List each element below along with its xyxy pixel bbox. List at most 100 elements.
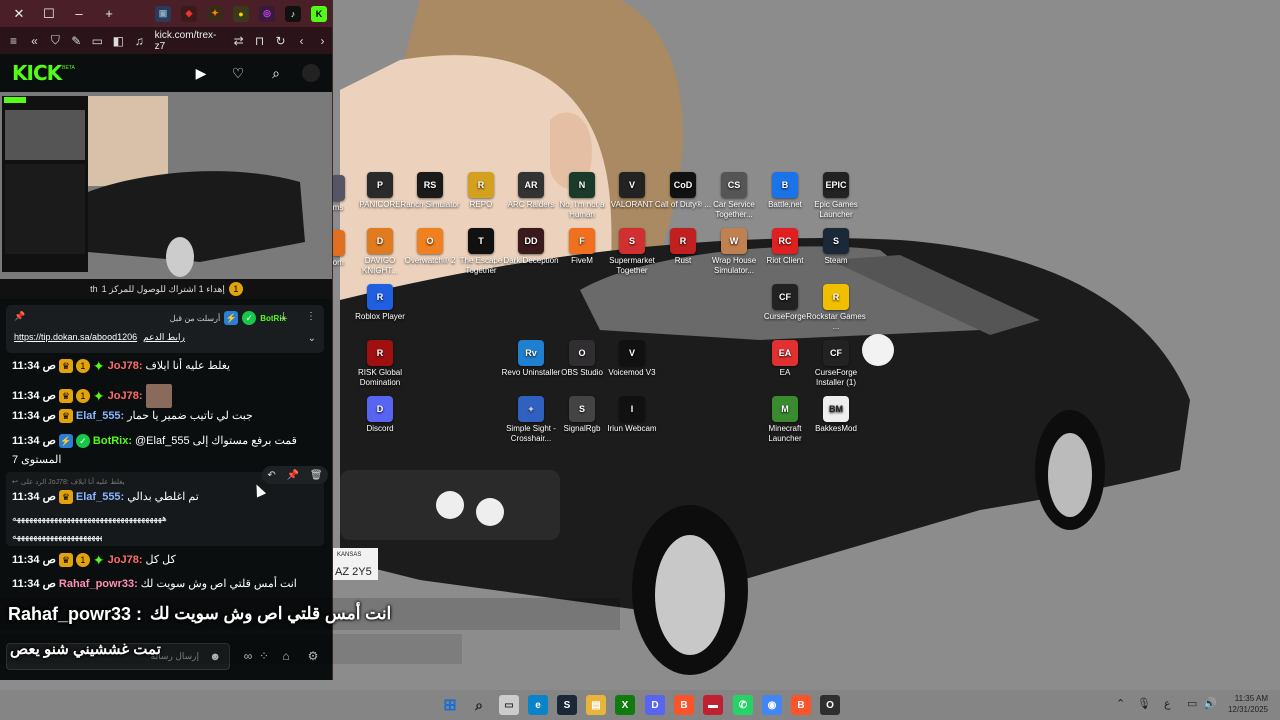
maximize-window-icon[interactable]: ☐ (34, 0, 64, 27)
tiktok-icon[interactable]: ♪ (285, 5, 301, 22)
ext-red-icon[interactable]: ◆ (181, 5, 197, 22)
stream-video[interactable] (0, 92, 332, 279)
reply-action-icon[interactable]: ↶ (267, 470, 275, 481)
app-icon: S (569, 396, 595, 422)
chat-username[interactable]: Elaf_555: (76, 409, 124, 423)
desktop-icon-voicemod-v3[interactable]: V Voicemod V3 (600, 340, 664, 378)
tray-expand-icon[interactable]: ⌃ (1116, 697, 1125, 710)
network-icon[interactable]: ▭ (1187, 697, 1197, 710)
new-tab-icon[interactable]: + (94, 0, 124, 27)
coin-icon: 1 (228, 282, 243, 296)
close-window-icon[interactable]: ✕ (4, 0, 34, 27)
url-field[interactable]: kick.com/trex-z7 (151, 30, 227, 52)
language-indicator[interactable]: ع (1164, 697, 1171, 710)
forward-icon[interactable]: › (313, 31, 332, 51)
chat-username[interactable]: JoJ78: (108, 359, 143, 373)
desktop-icon-curseforge-installer-1[interactable]: CF CurseForge Installer (1) (804, 340, 868, 388)
heart-icon[interactable]: ♡ (229, 64, 247, 82)
chat-username[interactable]: BotRix: (93, 434, 132, 448)
ext-orange-icon[interactable]: ✦ (207, 5, 223, 22)
xbox-icon[interactable]: X (615, 695, 635, 715)
task-view-icon[interactable]: ▭ (499, 695, 519, 715)
search-taskbar-icon[interactable]: ⌕ (469, 695, 489, 715)
desktop-icon-epic-games-launcher[interactable]: EPIC Epic Games Launcher (804, 172, 868, 220)
music-icon[interactable]: ♫ (130, 31, 149, 51)
sub-badge-icon: 1 (75, 389, 90, 403)
search-icon[interactable]: ⌕ (267, 64, 285, 82)
unpin-icon[interactable]: ⊥ (279, 311, 288, 322)
mic-icon[interactable]: 🎙 (1137, 697, 1151, 710)
app-icon: D (367, 228, 393, 254)
delete-action-icon[interactable]: 🗑 (310, 470, 323, 481)
chat-message[interactable]: 11:34 ص ⚡ ✓ BotRix: @Elaf_555 قمت برفع م… (12, 434, 324, 448)
shield-icon[interactable]: ⛉ (46, 31, 65, 51)
chat-username[interactable]: Elaf_555: (76, 490, 124, 504)
sidebar-icon[interactable]: ▣ (155, 5, 171, 22)
split-view-icon[interactable]: ◧ (109, 31, 128, 51)
chat-text: يغلط عليه أنا ايلاف (145, 360, 231, 372)
desktop-icon-discord[interactable]: D Discord (348, 396, 412, 434)
chrome-icon[interactable]: ◉ (762, 695, 782, 715)
expand-icon[interactable]: ⌄ (308, 333, 316, 344)
app-icon: V (619, 172, 645, 198)
desktop-icon-steam[interactable]: S Steam (804, 228, 868, 266)
following-icon[interactable]: ▶ (192, 64, 210, 82)
desktop-icon-label: Roblox Player (355, 312, 405, 321)
desktop-icon-iriun-webcam[interactable]: I Iriun Webcam (600, 396, 664, 434)
desktop-icon-label: Discord (366, 424, 394, 433)
clock[interactable]: 11:35 AM 12/31/2025 (1222, 693, 1268, 715)
desktop-icon-bakkesmod[interactable]: BM BakkesMod (804, 396, 868, 434)
subscription-goal-bar[interactable]: th إهداء 1 اشتراك للوصول للمركز 1 1 (0, 279, 332, 299)
chat-message[interactable]: 11:34 ص ♛ Elaf_555: تم اغلطي بدالي (12, 490, 324, 504)
back-icon[interactable]: ‹ (292, 31, 311, 51)
app-icon: O (417, 228, 443, 254)
app-icon: I (619, 396, 645, 422)
edge-icon[interactable]: e (528, 695, 548, 715)
tabs-icon[interactable]: ▭ (88, 31, 107, 51)
desktop-icon-label: Iriun Webcam (607, 424, 657, 433)
bookmark-icon[interactable]: ⊓ (250, 31, 269, 51)
extensions-icon[interactable]: ✎ (67, 31, 86, 51)
menu-icon[interactable]: ≡ (4, 31, 23, 51)
ext-yellow-icon[interactable]: ● (233, 5, 249, 22)
volume-icon[interactable]: 🔊 (1203, 697, 1217, 710)
collapse-icon[interactable]: « (25, 31, 44, 51)
avatar[interactable] (302, 64, 320, 82)
steam-taskbar-icon[interactable]: S (557, 695, 577, 715)
chat-username[interactable]: Rahaf_powr33: (59, 577, 138, 591)
chat-message[interactable]: 11:34 ص Rahaf_powr33: انت أمس قلتي اص وش… (12, 577, 324, 591)
pinned-message[interactable]: أرسلت من قبل ⚡ ✓ BotRix https://tip.doka… (6, 305, 324, 353)
obs-taskbar-icon[interactable]: O (820, 695, 840, 715)
clock-time: 11:35 AM (1234, 694, 1268, 703)
chat-username[interactable]: JoJ78: (108, 553, 143, 567)
windows-start-icon[interactable]: ⊞ (440, 695, 460, 715)
desktop-icon-label: Steam (824, 256, 848, 265)
caption-text-2: تمت غششيني شنو يعص (10, 641, 161, 658)
file-explorer-icon[interactable]: ▤ (586, 695, 606, 715)
chat-time: 11:34 ص (12, 410, 56, 422)
more-options-icon[interactable]: ⋮ (306, 311, 316, 322)
support-link[interactable]: https://tip.dokan.sa/abood1206 (14, 332, 137, 343)
site-settings-icon[interactable]: ⇄ (229, 31, 248, 51)
chat-message[interactable]: 11:34 ص ♛ 1 ✦ JoJ78: يغلط عليه أنا ايلاف (12, 359, 324, 373)
kick-tab-icon[interactable]: K (311, 5, 327, 22)
app-icon: S (823, 228, 849, 254)
desktop-icon-rockstar-games[interactable]: R Rockstar Games ... (804, 284, 868, 332)
app-red-icon[interactable]: ▬ (703, 695, 723, 715)
kick-logo[interactable]: KICK (12, 61, 62, 85)
brave-icon[interactable]: B (674, 695, 694, 715)
brave-active-icon[interactable]: B (791, 695, 811, 715)
chat-message[interactable]: 11:34 ص ♛ Elaf_555: جبت لي تاتيب ضمير يا… (12, 409, 324, 423)
reload-icon[interactable]: ↻ (271, 31, 290, 51)
minimize-window-icon[interactable]: – (64, 0, 94, 27)
discord-taskbar-icon[interactable]: D (645, 695, 665, 715)
desktop-icon-risk-global-domination[interactable]: R RISK Global Domination (348, 340, 412, 388)
chat-message[interactable]: 11:34 ص ♛ 1 ✦ JoJ78: (12, 384, 324, 408)
chat-message[interactable]: 11:34 ص ♛ 1 ✦ JoJ78: كل كل (12, 553, 324, 567)
ext-purple-icon[interactable]: ◎ (259, 5, 275, 22)
chat-message-continuation: ههههههههههههههههههههههههههههههههههههه (12, 529, 102, 543)
pin-action-icon[interactable]: 📌 (287, 470, 299, 481)
desktop-icon-roblox-player[interactable]: R Roblox Player (348, 284, 412, 322)
whatsapp-icon[interactable]: ✆ (733, 695, 753, 715)
chat-username[interactable]: JoJ78: (108, 389, 143, 403)
